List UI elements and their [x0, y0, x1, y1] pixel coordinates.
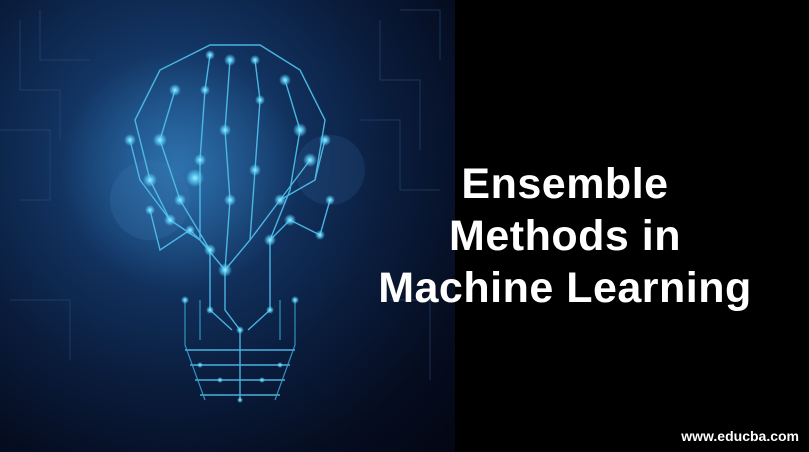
site-url: www.educba.com: [681, 428, 799, 444]
headline-line-1: Ensemble: [461, 160, 669, 208]
headline-line-3: Machine Learning: [378, 264, 752, 312]
headline: Ensemble Methods in Machine Learning: [330, 158, 800, 314]
headline-line-2: Methods in: [449, 212, 681, 260]
banner: Ensemble Methods in Machine Learning www…: [0, 0, 809, 452]
